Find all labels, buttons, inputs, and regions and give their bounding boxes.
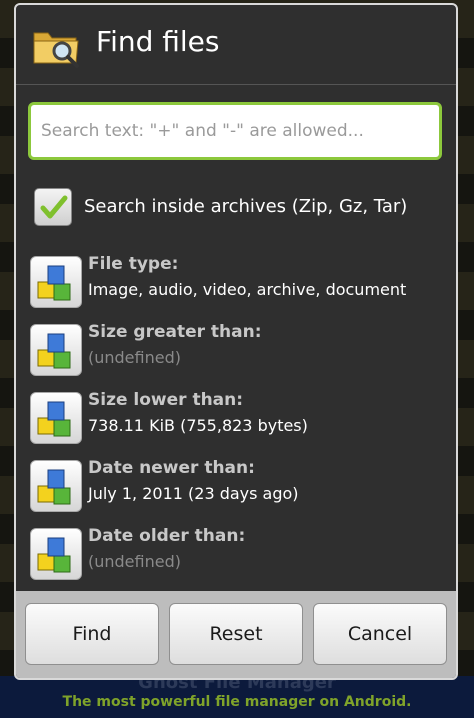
filter-date-older[interactable]: Date older than: (undefined) bbox=[30, 526, 450, 588]
find-button[interactable]: Find bbox=[25, 603, 159, 665]
filter-size-greater-label: Size greater than: bbox=[88, 322, 262, 342]
search-archives-option[interactable]: Search inside archives (Zip, Gz, Tar) bbox=[34, 188, 444, 232]
filter-size-lower[interactable]: Size lower than: 738.11 KiB (755,823 byt… bbox=[30, 390, 450, 452]
search-archives-label: Search inside archives (Zip, Gz, Tar) bbox=[84, 196, 408, 217]
filter-file-type-value: Image, audio, video, archive, document bbox=[88, 280, 407, 299]
folder-search-icon bbox=[32, 25, 82, 69]
find-files-dialog: Find files Search inside archives (Zip, … bbox=[14, 3, 458, 680]
blocks-icon bbox=[30, 392, 82, 444]
filter-file-type[interactable]: File type: Image, audio, video, archive,… bbox=[30, 254, 450, 316]
background-footer-subtitle: The most powerful file manager on Androi… bbox=[62, 694, 412, 710]
blocks-icon bbox=[30, 460, 82, 512]
search-archives-checkbox[interactable] bbox=[34, 188, 72, 226]
search-text-input[interactable] bbox=[28, 102, 442, 160]
filter-file-type-label: File type: bbox=[88, 254, 179, 274]
dialog-title: Find files bbox=[96, 25, 220, 58]
blocks-icon bbox=[30, 324, 82, 376]
filter-size-lower-label: Size lower than: bbox=[88, 390, 244, 410]
filter-size-greater-value: (undefined) bbox=[88, 348, 181, 367]
filter-date-older-label: Date older than: bbox=[88, 526, 246, 546]
filter-date-newer-value: July 1, 2011 (23 days ago) bbox=[88, 484, 299, 503]
reset-button[interactable]: Reset bbox=[169, 603, 303, 665]
filter-date-older-value: (undefined) bbox=[88, 552, 181, 571]
filter-date-newer-label: Date newer than: bbox=[88, 458, 255, 478]
filter-size-lower-value: 738.11 KiB (755,823 bytes) bbox=[88, 416, 308, 435]
cancel-button[interactable]: Cancel bbox=[313, 603, 447, 665]
filter-date-newer[interactable]: Date newer than: July 1, 2011 (23 days a… bbox=[30, 458, 450, 520]
checkmark-icon bbox=[40, 195, 68, 219]
blocks-icon bbox=[30, 256, 82, 308]
filter-size-greater[interactable]: Size greater than: (undefined) bbox=[30, 322, 450, 384]
blocks-icon bbox=[30, 528, 82, 580]
dialog-title-bar: Find files bbox=[16, 5, 456, 85]
dialog-button-bar: Find Reset Cancel bbox=[16, 591, 456, 678]
